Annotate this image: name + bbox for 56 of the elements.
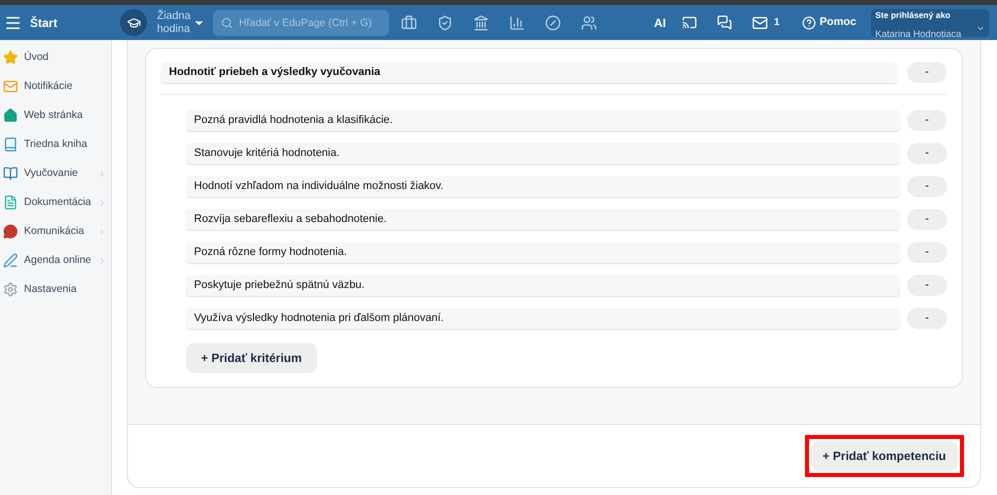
score-button[interactable]: - <box>907 209 947 230</box>
competency-title: Hodnotiť priebeh a výsledky vyučovania <box>161 62 897 83</box>
bar-chart-icon[interactable] <box>509 14 525 30</box>
briefcase-icon[interactable] <box>401 14 417 30</box>
pen-icon <box>3 253 18 268</box>
criterion-label: Využíva výsledky hodnotenia pri ďalšom plánovaní. <box>186 308 900 329</box>
envelope-icon <box>3 79 18 94</box>
search-icon <box>221 16 233 28</box>
sidebar-item[interactable]: Dokumentácia <box>0 188 111 217</box>
user-caption: Ste prihlásený ako <box>875 8 952 20</box>
lesson-avatar[interactable] <box>120 9 147 36</box>
mail-icon[interactable] <box>752 14 768 30</box>
score-button[interactable]: - <box>907 62 947 83</box>
score-button[interactable]: - <box>907 176 947 197</box>
chat-icon[interactable] <box>717 15 732 30</box>
criterion-label: Pozná rôzne formy hodnotenia. <box>186 242 900 263</box>
help-icon <box>802 16 816 30</box>
sidebar-item[interactable]: Nastavenia <box>0 275 111 304</box>
criterion-label: Rozvíja sebareflexiu a sebahodnotenie. <box>186 209 900 230</box>
lesson-selector[interactable]: Žiadna hodina <box>157 10 205 36</box>
building-icon[interactable] <box>473 14 489 30</box>
sidebar-item[interactable]: Úvod <box>0 43 111 72</box>
score-button[interactable]: - <box>907 143 947 164</box>
shield-icon[interactable] <box>437 14 453 30</box>
menu-button[interactable]: Štart <box>0 14 112 32</box>
star-icon <box>3 50 18 65</box>
sidebar-item[interactable]: Triedna kniha <box>0 130 111 159</box>
sidebar-item[interactable]: Komunikácia <box>0 217 111 246</box>
document-icon <box>3 195 18 210</box>
graduation-cap-icon <box>126 16 140 30</box>
message-count: 1 <box>774 16 780 30</box>
circle-icon[interactable] <box>545 14 561 30</box>
sidebar-item[interactable]: Notifikácie <box>0 72 111 101</box>
add-competency-button[interactable]: + Pridať kompetenciu <box>810 441 958 471</box>
criterion-label: Poskytuje priebežnú spätnú väzbu. <box>186 275 900 296</box>
score-button[interactable]: - <box>907 308 947 329</box>
score-button[interactable]: - <box>907 242 947 263</box>
open-book-icon <box>3 166 18 181</box>
criterion-label: Pozná pravidlá hodnotenia a klasifikácie. <box>186 110 900 131</box>
ai-button[interactable]: AI <box>654 14 666 32</box>
house-icon <box>3 108 18 123</box>
chat-icon <box>3 224 18 239</box>
score-button[interactable]: - <box>907 110 947 131</box>
criterion-label: Stanovuje kritériá hodnotenia. <box>186 143 900 164</box>
score-button[interactable]: - <box>907 275 947 296</box>
cast-icon[interactable] <box>682 15 697 30</box>
help-button[interactable]: Pomoc <box>802 14 856 31</box>
book-icon <box>3 137 18 152</box>
user-menu[interactable]: Ste prihlásený ako Katarina Hodnotiaca <box>871 8 990 36</box>
settings-icon <box>3 282 18 297</box>
search-field[interactable]: Hľadať v EduPage (Ctrl + G) <box>213 10 389 36</box>
add-criterion-button[interactable]: + Pridať kritérium <box>186 343 317 373</box>
sidebar-item[interactable]: Agenda online <box>0 246 111 275</box>
sidebar-item[interactable]: Vyučovanie <box>0 159 111 188</box>
sidebar-item[interactable]: Web stránka <box>0 101 111 130</box>
criterion-label: Hodnotí vzhľadom na individuálne možnosti žiakov. <box>186 176 900 197</box>
